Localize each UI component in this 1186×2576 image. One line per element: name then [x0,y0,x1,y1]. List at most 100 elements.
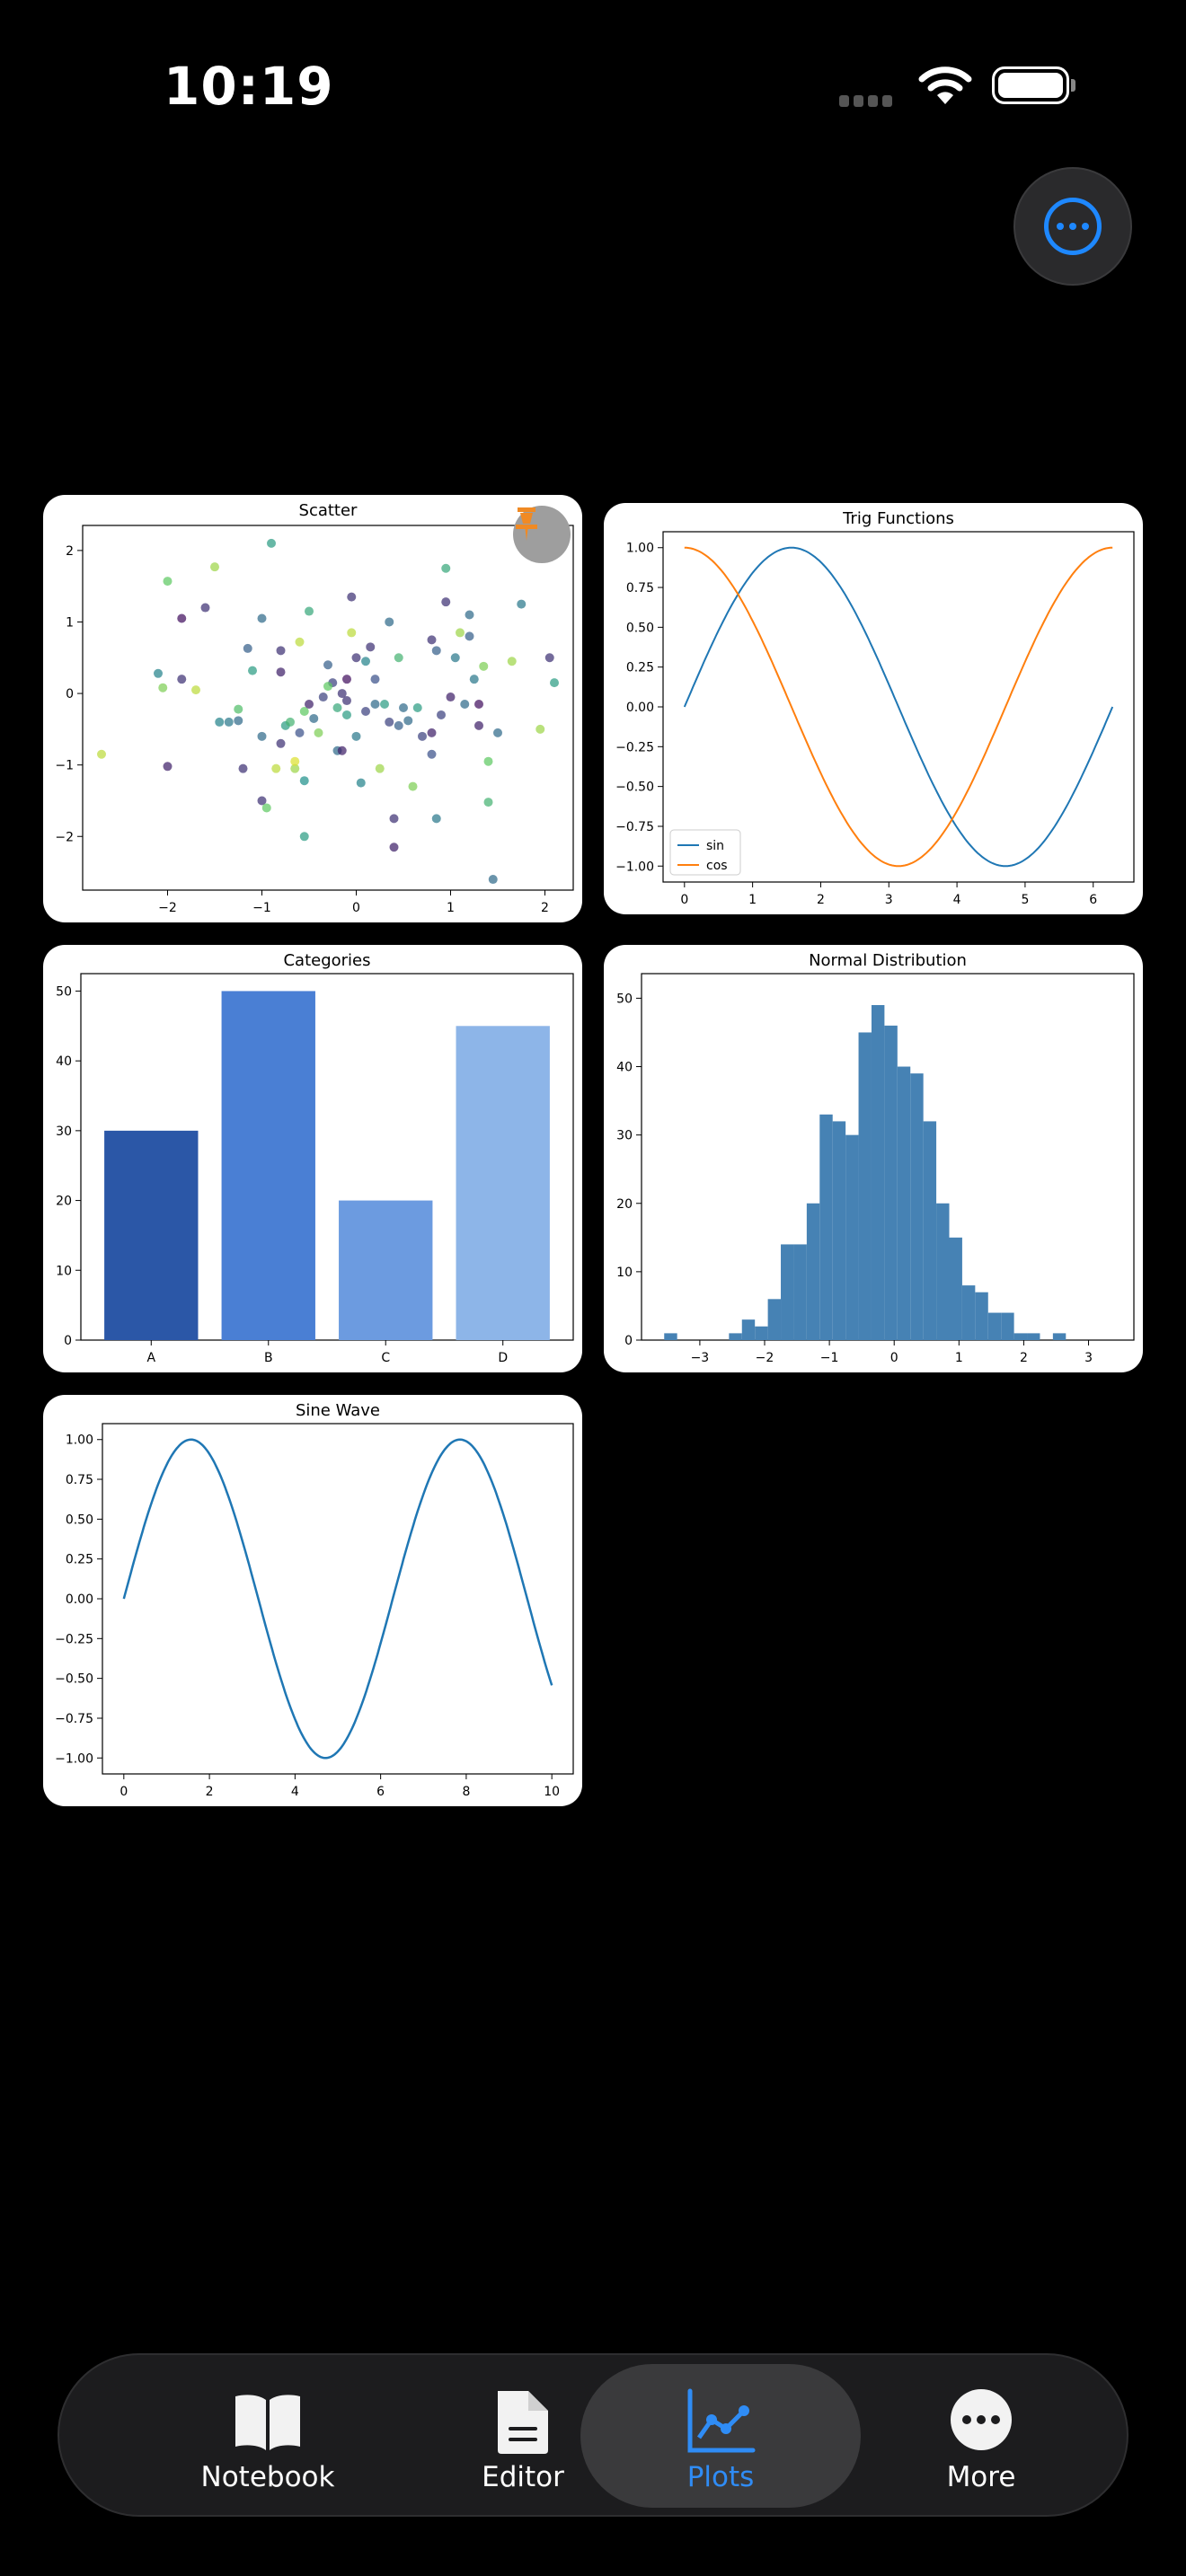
x-tick-label: 2 [206,1785,214,1799]
scatter-point [261,803,271,813]
scatter-point [437,710,446,719]
tab-plots[interactable]: Plots [580,2364,861,2508]
scatter-point [474,720,483,730]
x-tick-label: A [146,1351,155,1365]
histogram-bar [858,1032,872,1340]
scatter-point [394,653,403,663]
histogram-bar [1027,1333,1040,1340]
scatter-point [361,657,370,666]
histogram-bar [1052,1333,1067,1340]
y-tick-label: −0.50 [615,781,654,795]
scatter-point [276,667,286,677]
scatter-point [446,693,456,702]
plot-card-trig-functions[interactable]: Trig Functions 0 1 2 3 4 5 6 1.00 0.75 0.50 0.25 0.0… [604,503,1143,914]
scatter-point [332,703,342,712]
scatter-point [469,675,479,684]
scatter-point [389,842,399,852]
tab-more[interactable]: More [841,2364,1121,2508]
scatter-point [385,717,394,727]
scatter-point [427,635,437,645]
histogram-bar [884,1025,898,1340]
tab-label: Notebook [200,2461,335,2493]
x-tick-label: 0 [890,1351,898,1365]
scatter-point [465,610,474,620]
plot-card-normal-distribution[interactable]: Normal Distribution −3 −2 −1 0 1 2 3 0 10 20 30 40 50 [604,945,1143,1372]
histogram-bar [897,1066,911,1340]
scatter-point [418,731,427,741]
scatter-point [356,778,366,788]
tab-label: Plots [686,2461,755,2493]
y-tick-label: 1.00 [66,1434,93,1448]
x-tick-label: 8 [462,1785,470,1799]
scatter-point [403,716,413,726]
y-tick-label: 30 [616,1129,633,1143]
scatter-point [389,814,399,824]
scatter-point [299,776,309,786]
histogram-bar [1013,1333,1028,1340]
scatter-point [323,682,332,692]
histogram-bar [832,1121,846,1340]
scatter-point [465,631,474,641]
scatter-point [483,756,493,766]
y-tick-label: −0.75 [615,820,654,834]
y-tick-label: 0.75 [626,581,654,595]
scatter-point [517,599,527,609]
plot-frame [82,525,574,891]
battery-icon [992,66,1069,104]
x-tick-label: 6 [376,1785,385,1799]
categories-chart: Categories A B C D 0 10 20 30 40 50 [56,951,574,1365]
y-tick-label: 0.50 [66,1513,93,1527]
scatter-point [412,703,422,712]
chart-title: Scatter [299,501,358,520]
plot-card-categories[interactable]: Categories A B C D 0 10 20 30 40 50 [43,945,582,1372]
x-tick-label: C [381,1351,390,1365]
scatter-point [347,592,357,602]
scatter-point [177,613,187,623]
y-tick-label: −1.00 [615,860,654,874]
plot-frame [102,1423,574,1775]
plot-card-sine-wave[interactable]: Sine Wave 0 2 4 6 8 10 1.00 0.75 0.50 0.25 0.00 −0.2… [43,1395,582,1806]
histogram-bar [936,1203,950,1340]
scatter-point [267,538,276,548]
legend-label: sin [706,839,724,853]
scatter-point [224,717,234,727]
scatter-point [342,710,351,719]
y-tick-label: 0 [66,687,74,701]
x-tick-label: 1 [748,893,757,907]
histogram-bar [767,1299,782,1340]
x-tick-label: 0 [352,901,360,915]
x-tick-label: 5 [1021,893,1029,907]
histogram-bar [949,1237,962,1340]
scatter-point [507,657,517,666]
scatter-point [493,728,502,737]
scatter-point [97,749,106,759]
x-tick-label: 6 [1089,893,1097,907]
scatter-point [342,675,351,684]
x-tick-label: −1 [820,1351,839,1365]
x-tick-label: −1 [252,901,271,915]
scatter-point [276,738,286,748]
y-tick-label: 10 [56,1264,72,1278]
y-tick-label: 40 [56,1054,72,1069]
histogram-bar [793,1244,807,1340]
x-tick-label: D [498,1351,508,1365]
y-tick-label: 0.00 [66,1592,93,1607]
more-options-button[interactable] [1013,167,1132,286]
scatter-point [177,675,187,684]
scatter-point [347,628,357,638]
scatter-point [483,798,493,807]
histogram-bar [755,1326,768,1340]
histogram-bar [961,1285,976,1340]
x-tick-label: B [264,1351,273,1365]
scatter-point [257,613,267,623]
histogram-bar [819,1114,833,1340]
histogram-bar [975,1292,988,1340]
pin-button[interactable] [513,506,571,563]
y-tick-label: 0.50 [626,621,654,635]
y-tick-label: 2 [66,544,74,559]
y-tick-label: 0 [624,1334,633,1348]
tab-notebook[interactable]: Notebook [128,2364,408,2508]
scatter-point [479,661,489,671]
plot-card-scatter[interactable]: Scatter −2 −1 0 1 2 −2 −1 0 1 2 [43,495,582,922]
scatter-chart: Scatter −2 −1 0 1 2 −2 −1 0 1 2 [55,501,574,915]
